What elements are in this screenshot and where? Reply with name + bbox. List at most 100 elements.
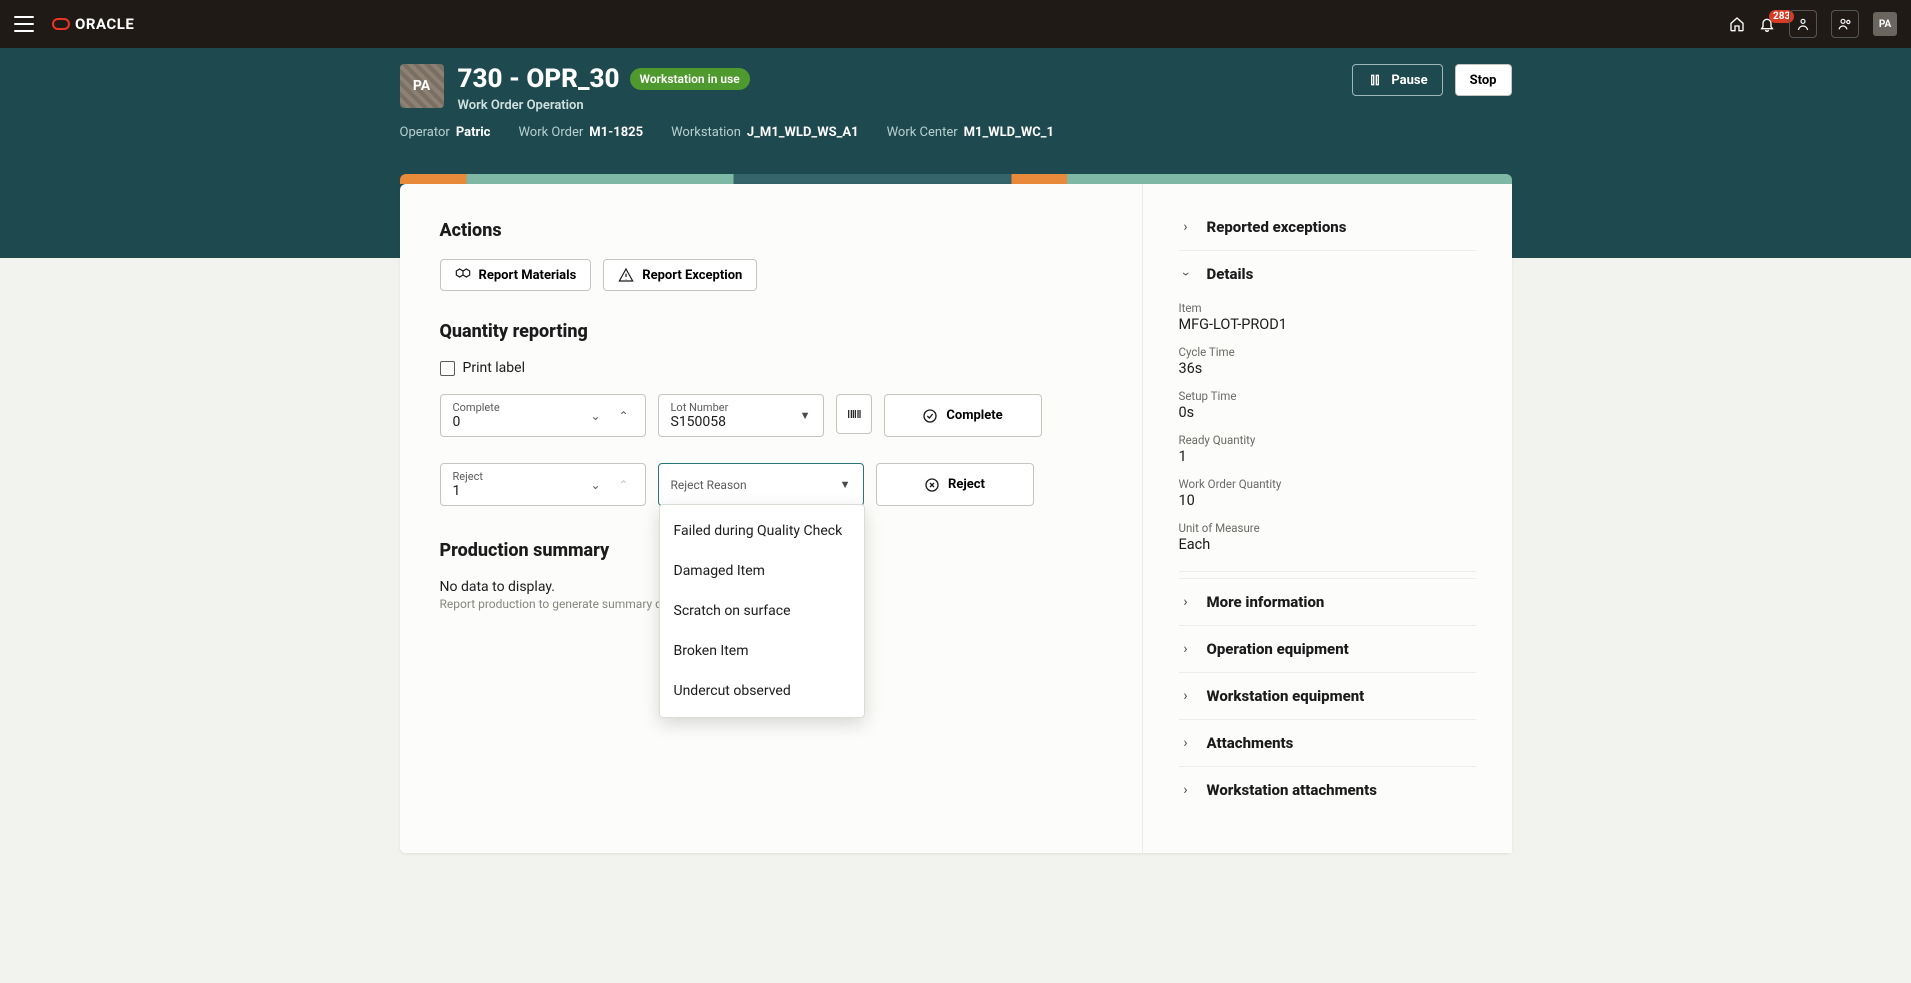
status-badge: Workstation in use — [630, 68, 750, 90]
home-icon[interactable] — [1729, 16, 1745, 32]
setup-time-value: 0s — [1179, 404, 1476, 421]
workstation-equipment-accordion[interactable]: › Workstation equipment — [1179, 672, 1476, 719]
wo-qty-value: 10 — [1179, 492, 1476, 509]
report-materials-label: Report Materials — [479, 268, 577, 283]
reject-button-label: Reject — [948, 477, 985, 492]
page-subtitle: Work Order Operation — [458, 98, 750, 113]
chevron-right-icon: › — [1179, 735, 1193, 751]
hamburger-icon[interactable] — [14, 16, 34, 32]
chevron-right-icon: › — [1179, 641, 1193, 657]
item-value: MFG-LOT-PROD1 — [1179, 316, 1476, 333]
attachments-title: Attachments — [1207, 734, 1294, 752]
warning-icon — [618, 267, 634, 283]
more-information-accordion[interactable]: › More information — [1179, 578, 1476, 625]
chevron-right-icon: › — [1179, 782, 1193, 798]
side-column: › Reported exceptions › Details ItemMFG-… — [1142, 184, 1512, 853]
lot-field-value: S150058 — [671, 414, 729, 430]
uom-value: Each — [1179, 536, 1476, 553]
wo-qty-label: Work Order Quantity — [1179, 477, 1476, 491]
print-label-checkbox[interactable]: Print label — [440, 360, 1102, 376]
reject-quantity-field[interactable]: Reject 1 ⌄ ⌃ — [440, 463, 646, 506]
checkbox-icon — [440, 361, 455, 376]
chevron-up-icon[interactable]: ⌃ — [615, 476, 633, 494]
cycle-time-label: Cycle Time — [1179, 345, 1476, 359]
reject-button[interactable]: Reject — [876, 463, 1034, 506]
report-materials-button[interactable]: Report Materials — [440, 259, 592, 291]
banner-strip — [400, 174, 1512, 184]
reject-reason-label: Reject Reason — [671, 478, 747, 492]
stop-button[interactable]: Stop — [1455, 64, 1512, 96]
pause-label: Pause — [1391, 73, 1427, 88]
hero-meta: OperatorPatric Work OrderM1-1825 Worksta… — [400, 125, 1512, 160]
complete-field-label: Complete — [453, 401, 500, 414]
complete-quantity-field[interactable]: Complete 0 ⌄ ⌃ — [440, 394, 646, 437]
workcenter-value: M1_WLD_WC_1 — [964, 125, 1054, 140]
complete-button[interactable]: Complete — [884, 394, 1042, 437]
bell-icon[interactable]: 283 — [1759, 16, 1775, 32]
caret-down-icon[interactable]: ▼ — [800, 409, 811, 422]
workorder-value: M1-1825 — [589, 125, 643, 140]
barcode-scan-button[interactable] — [836, 394, 872, 434]
ready-qty-label: Ready Quantity — [1179, 433, 1476, 447]
main-card: Actions Report Materials Report Exceptio… — [400, 184, 1512, 853]
complete-field-value: 0 — [453, 414, 500, 430]
operator-label: Operator — [400, 125, 450, 140]
topbar-left: ORACLE — [14, 15, 134, 33]
complete-button-label: Complete — [946, 408, 1002, 423]
check-circle-icon — [922, 408, 938, 424]
chevron-up-icon[interactable]: ⌃ — [615, 407, 633, 425]
x-circle-icon — [924, 477, 940, 493]
topbar-right: 283 PA — [1729, 10, 1897, 38]
chevron-down-icon: › — [1178, 267, 1194, 281]
workstation-attachments-accordion[interactable]: › Workstation attachments — [1179, 766, 1476, 813]
item-label: Item — [1179, 301, 1476, 315]
details-title: Details — [1207, 265, 1254, 283]
avatar[interactable]: PA — [1873, 12, 1897, 36]
operation-equipment-title: Operation equipment — [1207, 640, 1349, 658]
hero-avatar: PA — [400, 64, 444, 108]
stop-label: Stop — [1470, 73, 1497, 88]
reject-field-label: Reject — [453, 470, 483, 483]
setup-time-label: Setup Time — [1179, 389, 1476, 403]
chevron-right-icon: › — [1179, 219, 1193, 235]
reject-reason-option[interactable]: Damaged Item — [660, 551, 864, 591]
topbar: ORACLE 283 PA — [0, 0, 1911, 48]
ready-qty-value: 1 — [1179, 448, 1476, 465]
reject-reason-option[interactable]: Scratch on surface — [660, 591, 864, 631]
group-icon[interactable] — [1831, 10, 1859, 38]
reject-reason-dropdown: Failed during Quality Check Damaged Item… — [659, 504, 865, 718]
workorder-label: Work Order — [518, 125, 583, 140]
chevron-down-icon[interactable]: ⌄ — [587, 407, 605, 425]
workstation-attachments-title: Workstation attachments — [1207, 781, 1377, 799]
reject-reason-option[interactable]: Failed during Quality Check — [660, 511, 864, 551]
workstation-equipment-title: Workstation equipment — [1207, 687, 1365, 705]
workcenter-label: Work Center — [887, 125, 958, 140]
workstation-label: Workstation — [671, 125, 741, 140]
quantity-heading: Quantity reporting — [440, 321, 1102, 342]
main-column: Actions Report Materials Report Exceptio… — [400, 184, 1142, 853]
reject-reason-option[interactable]: Broken Item — [660, 631, 864, 671]
chevron-down-icon[interactable]: ⌄ — [587, 476, 605, 494]
materials-icon — [455, 267, 471, 283]
details-content: ItemMFG-LOT-PROD1 Cycle Time36s Setup Ti… — [1179, 297, 1476, 572]
worker-icon[interactable] — [1789, 10, 1817, 38]
reject-reason-field[interactable]: Reject Reason ▼ Failed during Quality Ch… — [658, 463, 864, 506]
caret-down-icon[interactable]: ▼ — [840, 478, 851, 491]
pause-button[interactable]: Pause — [1352, 64, 1442, 96]
lot-field-label: Lot Number — [671, 401, 729, 414]
operation-equipment-accordion[interactable]: › Operation equipment — [1179, 625, 1476, 672]
report-exception-button[interactable]: Report Exception — [603, 259, 757, 291]
details-accordion[interactable]: › Details — [1179, 250, 1476, 297]
reported-exceptions-accordion[interactable]: › Reported exceptions — [1179, 212, 1476, 250]
uom-label: Unit of Measure — [1179, 521, 1476, 535]
reject-reason-option[interactable]: Undercut observed — [660, 671, 864, 711]
chevron-right-icon: › — [1179, 594, 1193, 610]
brand-logo: ORACLE — [52, 15, 134, 33]
reject-field-value: 1 — [453, 483, 483, 499]
chevron-right-icon: › — [1179, 688, 1193, 704]
attachments-accordion[interactable]: › Attachments — [1179, 719, 1476, 766]
brand-text: ORACLE — [75, 15, 134, 33]
barcode-icon — [846, 406, 862, 422]
actions-heading: Actions — [440, 220, 1102, 241]
lot-number-field[interactable]: Lot Number S150058 ▼ — [658, 394, 824, 437]
